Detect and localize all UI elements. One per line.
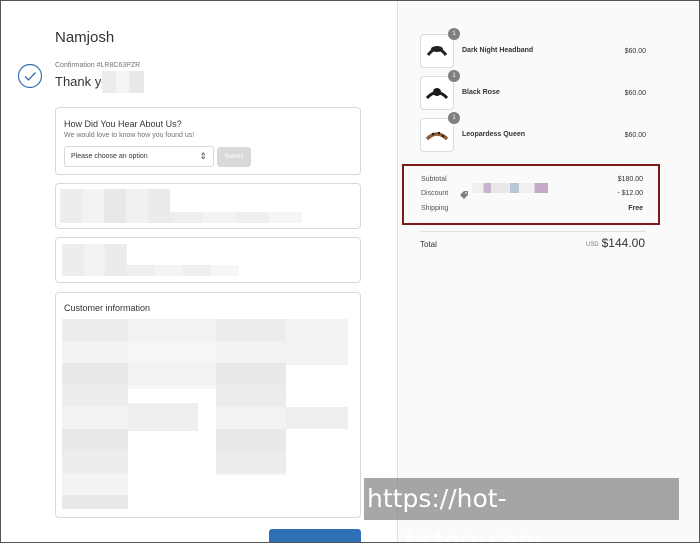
quantity-badge: 1 bbox=[448, 28, 460, 40]
continue-shopping-button[interactable] bbox=[269, 529, 361, 542]
thank-you-heading: Thank yo bbox=[55, 74, 109, 89]
redacted-name bbox=[102, 71, 144, 93]
chevron-updown-icon: ⇕ bbox=[199, 151, 207, 161]
discount-label: Discount bbox=[421, 190, 449, 197]
item-name: Dark Night Headband bbox=[462, 47, 534, 54]
line-item: 1 Leopardess Queen $60.00 bbox=[420, 112, 646, 152]
redacted-card bbox=[55, 183, 361, 229]
tag-icon bbox=[460, 191, 468, 199]
store-name[interactable]: Namjosh bbox=[55, 29, 114, 46]
survey-card: How Did You Hear About Us? We would love… bbox=[55, 107, 361, 175]
item-price: $60.00 bbox=[624, 48, 646, 55]
survey-title: How Did You Hear About Us? bbox=[64, 119, 182, 129]
subtotal-label: Subtotal bbox=[421, 176, 447, 183]
checkmark-circle-icon bbox=[17, 63, 43, 89]
customer-info-title: Customer information bbox=[64, 303, 151, 313]
product-thumbnail bbox=[420, 118, 454, 152]
watermark-text: https://hot-its.tistory.com bbox=[364, 478, 679, 542]
product-thumbnail bbox=[420, 34, 454, 68]
select-value: Please choose an option bbox=[71, 153, 148, 160]
redacted-text bbox=[286, 407, 348, 429]
item-name: Black Rose bbox=[462, 89, 500, 96]
order-summary: 1 Dark Night Headband $60.00 1 Black Ros… bbox=[397, 1, 699, 542]
redacted-card bbox=[55, 237, 361, 283]
redacted-text bbox=[170, 212, 302, 223]
item-name: Leopardess Queen bbox=[462, 131, 526, 138]
main-content: Namjosh Confirmation #LR8C63PZR Thank yo… bbox=[1, 1, 397, 542]
survey-subtitle: We would love to know how you found us! bbox=[64, 132, 195, 139]
headband-product-icon bbox=[425, 88, 449, 100]
redacted-text bbox=[62, 319, 128, 509]
redacted-text bbox=[128, 403, 198, 431]
item-price: $60.00 bbox=[624, 132, 646, 139]
redacted-text bbox=[127, 265, 239, 276]
total-label: Total bbox=[420, 240, 437, 249]
shipping-label: Shipping bbox=[421, 205, 449, 212]
line-item: 1 Dark Night Headband $60.00 bbox=[420, 28, 646, 68]
quantity-badge: 1 bbox=[448, 70, 460, 82]
product-thumbnail bbox=[420, 76, 454, 110]
redacted-text bbox=[286, 319, 348, 365]
redacted-text bbox=[128, 319, 218, 389]
headband-product-icon bbox=[425, 131, 449, 141]
total-value: $144.00 bbox=[601, 236, 645, 250]
summary-highlight-box: Subtotal $180.00 Discount - $12.00 Shipp… bbox=[402, 164, 660, 225]
browser-frame: Namjosh Confirmation #LR8C63PZR Thank yo… bbox=[0, 0, 700, 543]
subtotal-value: $180.00 bbox=[617, 176, 643, 183]
survey-submit-button[interactable]: Submit bbox=[217, 147, 251, 167]
redacted-discount-code bbox=[472, 183, 548, 193]
redacted-text bbox=[62, 244, 127, 276]
discount-value: - $12.00 bbox=[617, 190, 643, 197]
total-currency: USD bbox=[586, 242, 599, 248]
redacted-text bbox=[60, 189, 170, 223]
headband-product-icon bbox=[426, 46, 448, 56]
confirmation-number: Confirmation #LR8C63PZR bbox=[55, 62, 141, 69]
how-heard-select[interactable]: Please choose an option ⇕ bbox=[64, 146, 214, 167]
summary-divider bbox=[420, 231, 646, 232]
line-item: 1 Black Rose $60.00 bbox=[420, 70, 646, 110]
item-price: $60.00 bbox=[624, 90, 646, 97]
customer-info-card: Customer information bbox=[55, 292, 361, 518]
shipping-value: Free bbox=[628, 205, 643, 212]
quantity-badge: 1 bbox=[448, 112, 460, 124]
redacted-text bbox=[216, 319, 286, 475]
